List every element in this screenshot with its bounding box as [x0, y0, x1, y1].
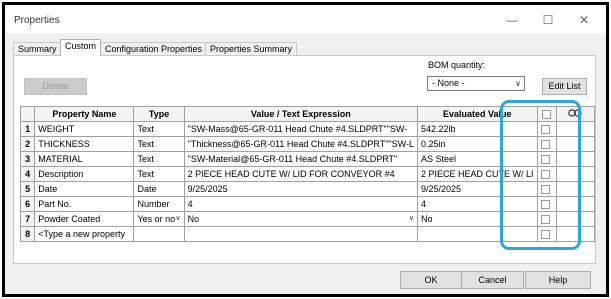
property-name-cell[interactable]: MATERIAL: [34, 151, 135, 167]
type-cell[interactable]: Text: [133, 121, 185, 137]
close-icon[interactable]: ✕: [574, 12, 594, 28]
value-cell[interactable]: "SW-Material@65-GR-011 Head Chute #4.SLD…: [183, 151, 418, 167]
maximize-icon[interactable]: ☐: [538, 12, 558, 28]
value-cell[interactable]: "SW-Mass@65-GR-011 Head Chute #4.SLDPRT"…: [183, 121, 418, 137]
value-cell[interactable]: "Thickness@65-GR-011 Head Chute #4.SLDPR…: [183, 136, 418, 152]
chevron-down-icon[interactable]: ∨: [176, 214, 181, 222]
row-number: 8: [19, 226, 36, 242]
minimize-icon[interactable]: —: [502, 12, 522, 28]
type-cell[interactable]: Text: [133, 151, 185, 167]
delete-button[interactable]: Delete: [24, 78, 87, 95]
property-name-cell[interactable]: Date: [34, 181, 135, 197]
type-header[interactable]: Type: [133, 106, 185, 122]
property-name-cell[interactable]: Powder Coated: [34, 211, 135, 227]
value-cell[interactable]: No ∨: [183, 211, 418, 227]
property-name-cell[interactable]: WEIGHT: [34, 121, 135, 137]
value-cell[interactable]: 4: [183, 196, 418, 212]
bom-quantity-value: - None -: [432, 78, 465, 88]
type-value: Yes or no: [137, 214, 176, 224]
type-cell[interactable]: Number: [133, 196, 185, 212]
value-text: No: [187, 214, 200, 224]
help-button[interactable]: Help: [525, 271, 591, 289]
type-cell[interactable]: Text: [133, 136, 185, 152]
title-bar: Properties — ☐ ✕: [5, 5, 606, 33]
row-number: 2: [19, 136, 36, 152]
tab-summary[interactable]: Summary: [13, 42, 62, 56]
type-cell[interactable]: Date: [133, 181, 185, 197]
new-property-cell[interactable]: <Type a new property: [34, 226, 135, 242]
type-cell[interactable]: Text: [133, 166, 185, 182]
properties-dialog: Properties — ☐ ✕ Summary Custom Configur…: [2, 2, 609, 297]
value-cell[interactable]: 9/25/2025: [183, 181, 418, 197]
property-name-cell[interactable]: Description: [34, 166, 135, 182]
cancel-button[interactable]: Cancel: [461, 271, 524, 289]
row-number: 7: [19, 211, 36, 227]
bom-quantity-label: BOM quantity:: [428, 60, 486, 70]
tab-properties-summary[interactable]: Properties Summary: [205, 42, 298, 56]
row-number-header: [19, 106, 36, 122]
value-cell[interactable]: [183, 226, 418, 242]
ok-button[interactable]: OK: [400, 271, 462, 289]
tab-configuration-properties[interactable]: Configuration Properties: [100, 42, 208, 56]
property-name-header[interactable]: Property Name: [34, 106, 135, 122]
row-number: 3: [19, 151, 36, 167]
row-number: 1: [19, 121, 36, 137]
property-name-cell[interactable]: THICKNESS: [34, 136, 135, 152]
row-number: 5: [19, 181, 36, 197]
bom-quantity-select[interactable]: - None - ∨: [427, 76, 525, 91]
type-cell[interactable]: [133, 226, 185, 242]
row-number: 6: [19, 196, 36, 212]
chevron-down-icon[interactable]: ∨: [409, 214, 414, 222]
edit-list-button[interactable]: Edit List: [542, 78, 587, 95]
type-cell[interactable]: Yes or no ∨: [133, 211, 185, 227]
highlight-annotation: [500, 100, 581, 250]
value-header[interactable]: Value / Text Expression: [183, 106, 418, 122]
property-name-cell[interactable]: Part No.: [34, 196, 135, 212]
value-cell[interactable]: 2 PIECE HEAD CUTE W/ LID FOR CONVEYOR #4: [183, 166, 418, 182]
tab-custom[interactable]: Custom: [60, 39, 102, 56]
chevron-down-icon: ∨: [515, 79, 521, 88]
window-title: Properties: [14, 15, 60, 26]
row-number: 4: [19, 166, 36, 182]
